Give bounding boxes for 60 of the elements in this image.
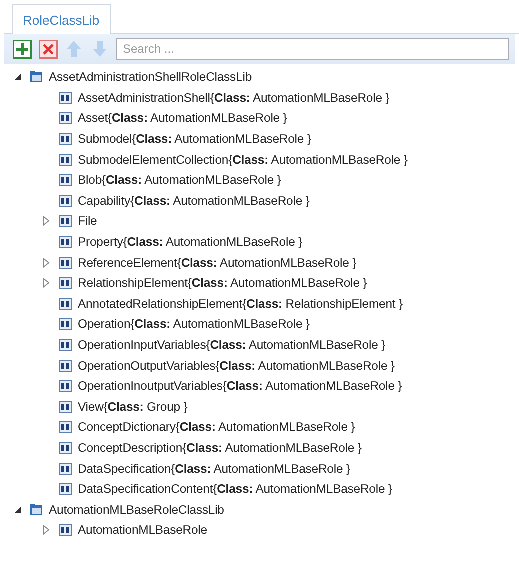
role-class-icon — [59, 277, 72, 290]
up-arrow-icon — [66, 40, 82, 58]
expanded-triangle-icon[interactable] — [14, 506, 22, 514]
tree-item-label[interactable]: Operation{Class: AutomationMLBaseRole } — [78, 317, 310, 332]
role-class-icon — [59, 236, 72, 248]
down-arrow-icon — [92, 40, 108, 58]
role-class-icon — [59, 133, 72, 146]
role-class-icon — [59, 298, 72, 310]
tree-item-label[interactable]: File — [78, 214, 98, 228]
add-button[interactable] — [12, 39, 32, 59]
tree-item-label[interactable]: Blob{Class: AutomationMLBaseRole } — [78, 173, 282, 188]
tree-item-label[interactable]: DataSpecificationContent{Class: AutomationMLBaseRole } — [78, 482, 392, 496]
tree-item-label[interactable]: AssetAdministrationShell{Class: AutomationMLBaseRole } — [78, 90, 390, 105]
role-class-icon — [59, 112, 72, 124]
tree-item-label[interactable]: AssetAdministrationShellRoleClassLib — [49, 70, 252, 84]
collapsed-triangle-icon[interactable] — [43, 216, 50, 226]
tree-item-label[interactable]: ConceptDescription{Class: AutomationMLBaseRole } — [78, 440, 362, 455]
tree-item-label[interactable]: Submodel{Class: AutomationMLBaseRole } — [78, 132, 312, 146]
search-field[interactable]: Search ... — [116, 38, 509, 60]
role-class-icon — [59, 462, 72, 475]
role-class-icon — [59, 174, 72, 186]
role-class-icon — [59, 380, 72, 392]
tree-item-label[interactable]: Property{Class: AutomationMLBaseRole } — [78, 235, 303, 250]
role-class-icon — [59, 524, 72, 536]
collapsed-triangle-icon[interactable] — [43, 525, 50, 536]
add-icon — [12, 40, 32, 58]
expanded-triangle-icon[interactable] — [14, 73, 22, 82]
collapsed-triangle-icon[interactable] — [43, 258, 50, 268]
role-class-icon — [59, 400, 72, 413]
role-class-icon — [59, 154, 72, 166]
tree-item-label[interactable]: Asset{Class: AutomationMLBaseRole } — [78, 111, 288, 126]
delete-icon — [38, 40, 58, 58]
tree-item-label[interactable]: AutomationMLBaseRole — [78, 523, 208, 538]
role-class-icon — [59, 318, 72, 330]
tree-item-label[interactable]: RelationshipElement{Class: AutomationMLBaseRole } — [78, 276, 368, 290]
tree-item-label[interactable]: AnnotatedRelationshipElement{Class: RelationshipElement } — [78, 296, 403, 311]
collapsed-triangle-icon[interactable] — [43, 278, 50, 288]
tree-item-label[interactable]: OperationInoutputVariables{Class: AutomationMLBaseRole } — [78, 379, 402, 394]
library-icon — [30, 504, 43, 516]
library-icon — [30, 71, 43, 84]
role-class-icon — [59, 256, 72, 269]
role-class-icon — [59, 421, 72, 434]
tree-item-label[interactable]: AutomationMLBaseRoleClassLib — [49, 502, 224, 517]
tree-item-label[interactable]: OperationOutputVariables{Class: AutomationMLBaseRole } — [78, 358, 395, 373]
tree-item-label[interactable]: Capability{Class: AutomationMLBaseRole } — [78, 194, 310, 208]
delete-button[interactable] — [38, 39, 58, 59]
tree-item-label[interactable]: OperationInputVariables{Class: AutomationMLBaseRole } — [78, 338, 386, 352]
tree-item-label[interactable]: SubmodelElementCollection{Class: AutomationMLBaseRole } — [78, 152, 408, 167]
tree-item-label[interactable]: View{Class: Group } — [78, 400, 188, 414]
role-class-icon — [59, 215, 72, 228]
tree-item-label[interactable]: ReferenceElement{Class: AutomationMLBaseRole } — [78, 256, 357, 270]
role-class-icon — [59, 339, 72, 352]
tab[interactable]: RoleClassLib — [12, 4, 111, 34]
role-class-icon — [59, 483, 72, 496]
role-class-icon — [59, 442, 72, 454]
role-class-icon — [59, 194, 72, 207]
role-class-icon — [59, 92, 72, 104]
tree-item-label[interactable]: ConceptDictionary{Class: AutomationMLBaseRole } — [78, 420, 356, 434]
tree-item-label[interactable]: DataSpecification{Class: AutomationMLBaseRole } — [78, 462, 350, 476]
role-class-icon — [59, 360, 72, 372]
